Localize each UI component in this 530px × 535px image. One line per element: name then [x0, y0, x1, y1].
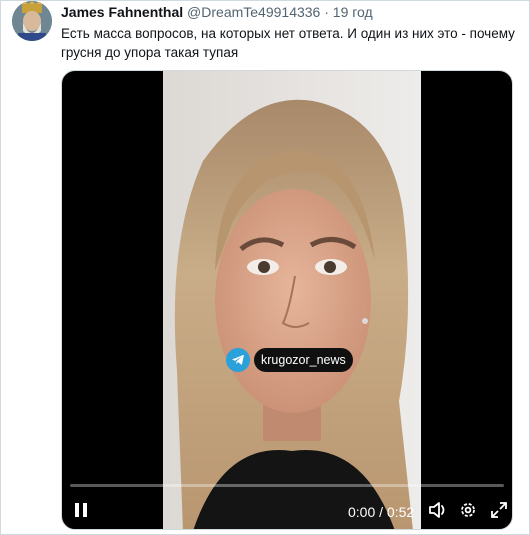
settings-button[interactable] [459, 501, 477, 523]
duration: 0:52 [386, 504, 415, 520]
volume-icon [428, 501, 448, 524]
volume-button[interactable] [428, 501, 448, 523]
pause-button[interactable] [74, 501, 88, 523]
fullscreen-icon [490, 501, 508, 524]
tweet-text: Есть масса вопросов, на которых нет отве… [61, 26, 515, 60]
gear-icon [459, 501, 477, 524]
watermark-label: krugozor_news [254, 348, 353, 372]
pause-icon [74, 502, 88, 523]
fullscreen-button[interactable] [490, 501, 508, 523]
separator-dot: · [324, 4, 329, 20]
tweet-header: James Fahnenthal @DreamTe49914336 · 19 г… [61, 3, 522, 21]
avatar[interactable] [12, 1, 52, 41]
video-frame[interactable] [163, 71, 421, 529]
time-readout: 0:00 / 0:52 [348, 503, 414, 521]
video-player[interactable]: krugozor_news 0:00 / 0:52 [61, 70, 513, 530]
author-name[interactable]: James Fahnenthal [61, 4, 183, 20]
progress-bar[interactable] [70, 484, 504, 487]
telegram-icon [226, 348, 250, 372]
tweet-timestamp[interactable]: 19 год [333, 4, 373, 20]
current-time: 0:00 [348, 504, 376, 520]
author-handle[interactable]: @DreamTe49914336 [187, 4, 320, 20]
watermark: krugozor_news [226, 347, 353, 373]
time-separator: / [375, 504, 387, 520]
